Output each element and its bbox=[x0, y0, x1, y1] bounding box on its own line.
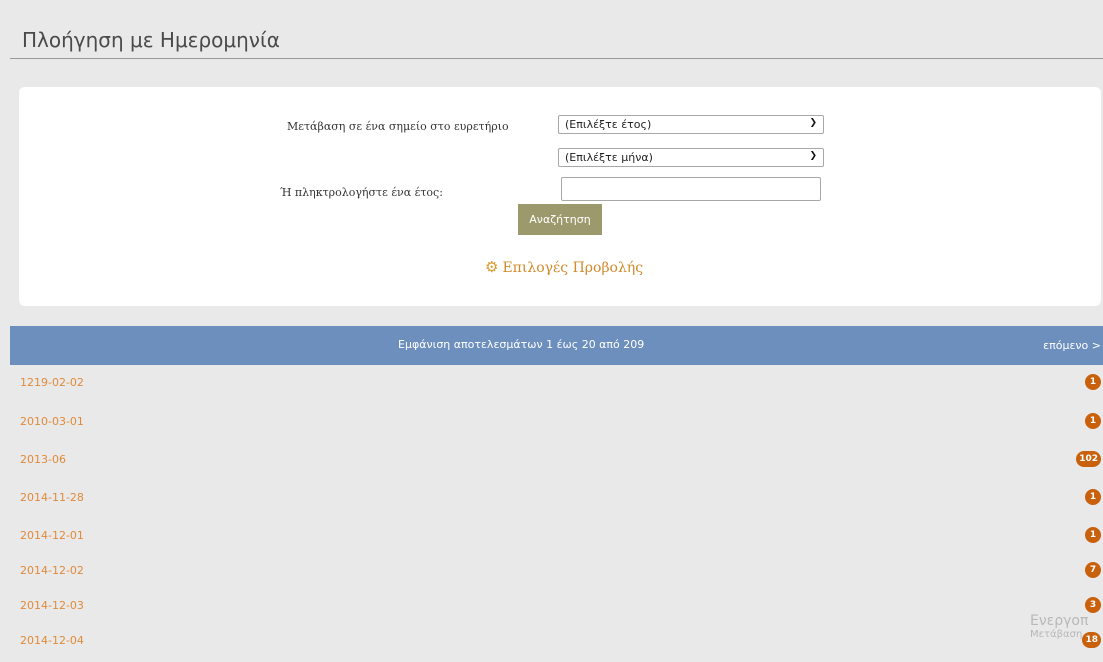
date-link[interactable]: 2010-03-01 bbox=[20, 415, 84, 428]
date-link[interactable]: 2014-12-03 bbox=[20, 599, 84, 612]
count-badge: 1 bbox=[1085, 413, 1101, 429]
chevron-down-icon: ❯ bbox=[809, 118, 817, 128]
year-select-value: (Επιλέξτε έτος) bbox=[565, 118, 652, 131]
page-header: Πλοήγηση με Ημερομηνία bbox=[10, 10, 1103, 59]
month-select[interactable]: (Επιλέξτε μήνα) ❯ bbox=[558, 148, 824, 167]
watermark-line-1: Ενεργοπ bbox=[1030, 613, 1089, 629]
list-item: 2014-12-02 7 bbox=[10, 554, 1103, 586]
count-badge: 102 bbox=[1076, 451, 1101, 467]
list-item: 2010-03-01 1 bbox=[10, 405, 1103, 437]
count-badge: 1 bbox=[1085, 374, 1101, 390]
date-link[interactable]: 2013-06 bbox=[20, 453, 66, 466]
search-button[interactable]: Αναζήτηση bbox=[518, 204, 602, 235]
date-link[interactable]: 2014-11-28 bbox=[20, 491, 84, 504]
month-select-value: (Επιλέξτε μήνα) bbox=[565, 151, 653, 164]
page-title: Πλοήγηση με Ημερομηνία bbox=[22, 28, 280, 52]
results-summary: Εμφάνιση αποτελεσμάτων 1 έως 20 από 209 bbox=[398, 338, 645, 351]
count-badge: 1 bbox=[1085, 489, 1101, 505]
date-link[interactable]: 2014-12-01 bbox=[20, 529, 84, 542]
list-item: 2014-11-28 1 bbox=[10, 481, 1103, 513]
year-input[interactable] bbox=[561, 177, 821, 201]
date-link[interactable]: 2014-12-02 bbox=[20, 564, 84, 577]
year-select[interactable]: (Επιλέξτε έτος) ❯ bbox=[558, 115, 824, 134]
results-bar: Εμφάνιση αποτελεσμάτων 1 έως 20 από 209 … bbox=[10, 326, 1103, 365]
list-item: 1219-02-02 1 bbox=[10, 366, 1103, 398]
list-item: 2014-12-03 3 bbox=[10, 589, 1103, 621]
list-item: 2014-12-01 1 bbox=[10, 519, 1103, 551]
list-item: 2014-12-04 18 bbox=[10, 624, 1103, 656]
next-page-link[interactable]: επόμενο > bbox=[1043, 339, 1101, 352]
date-link[interactable]: 1219-02-02 bbox=[20, 376, 84, 389]
chevron-down-icon: ❯ bbox=[809, 151, 817, 161]
count-badge: 7 bbox=[1085, 562, 1101, 578]
view-options-label: Επιλογές Προβολής bbox=[502, 260, 644, 276]
count-badge: 1 bbox=[1085, 527, 1101, 543]
list-item: 2013-06 102 bbox=[10, 443, 1103, 475]
gear-icon: ⚙ bbox=[485, 258, 499, 276]
count-badge: 3 bbox=[1085, 597, 1101, 613]
activation-watermark: Ενεργοπ Μετάβαση bbox=[1030, 613, 1089, 641]
search-panel: Μετάβαση σε ένα σημείο στο ευρετήριο (Επ… bbox=[19, 87, 1101, 306]
year-input-label: Ή πληκτρολογήστε ένα έτος: bbox=[280, 186, 443, 199]
date-link[interactable]: 2014-12-04 bbox=[20, 634, 84, 647]
jump-label: Μετάβαση σε ένα σημείο στο ευρετήριο bbox=[287, 120, 509, 133]
view-options-link[interactable]: ⚙ Επιλογές Προβολής bbox=[485, 258, 643, 276]
watermark-line-2: Μετάβαση bbox=[1030, 629, 1083, 641]
